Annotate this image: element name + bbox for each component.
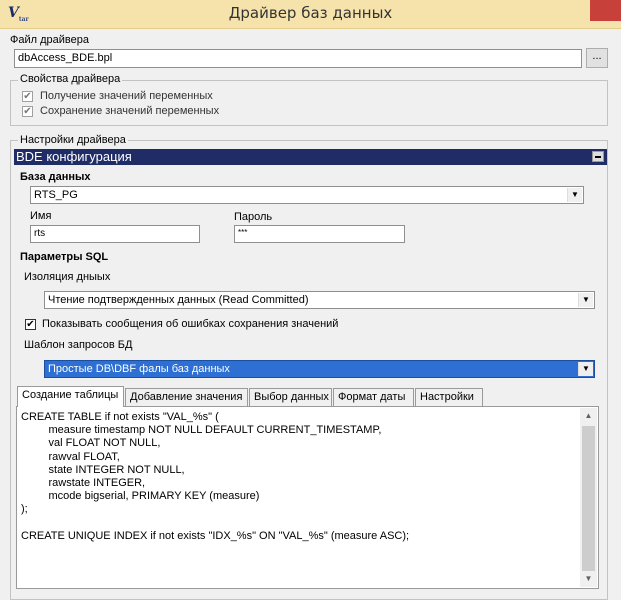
close-button[interactable]: [590, 0, 621, 21]
isolation-label: Изоляция дныых: [24, 271, 111, 283]
tab-create-table[interactable]: Создание таблицы: [17, 386, 124, 407]
show-errors-label: Показывать сообщения об ошибках сохранен…: [42, 318, 339, 330]
password-label: Пароль: [234, 211, 273, 223]
bde-config-title: BDE конфигурация: [16, 149, 132, 164]
password-input[interactable]: ***: [234, 225, 405, 243]
tab-settings[interactable]: Настройки: [415, 388, 483, 406]
sql-editor-text[interactable]: CREATE TABLE if not exists "VAL_%s" ( me…: [21, 411, 578, 543]
chevron-down-icon[interactable]: ▼: [578, 293, 593, 307]
driver-file-label: Файл драйвера: [10, 34, 89, 46]
driver-properties-label: Свойства драйвера: [18, 73, 123, 85]
get-values-label: Получение значений переменных: [40, 90, 213, 102]
driver-settings-label: Настройки драйвера: [18, 134, 128, 146]
database-value: RTS_PG: [34, 189, 78, 201]
username-label: Имя: [30, 210, 52, 222]
database-select[interactable]: RTS_PG ▼: [30, 186, 584, 204]
database-label: База данных: [20, 171, 91, 183]
chevron-down-icon[interactable]: ▼: [567, 188, 582, 202]
window-title: Драйвер баз данных: [228, 4, 393, 22]
chevron-down-icon[interactable]: ▼: [578, 362, 593, 376]
get-values-checkbox[interactable]: ✔: [22, 91, 33, 102]
browse-button[interactable]: ...: [586, 48, 608, 68]
save-values-label: Сохранение значений переменных: [40, 105, 220, 117]
tab-insert-value[interactable]: Добавление значения: [125, 388, 248, 406]
driver-properties-group: [10, 80, 608, 126]
sql-editor[interactable]: CREATE TABLE if not exists "VAL_%s" ( me…: [16, 406, 599, 589]
isolation-select[interactable]: Чтение подтвержденных данных (Read Commi…: [44, 291, 595, 309]
bde-config-header[interactable]: BDE конфигурация: [14, 149, 607, 165]
template-value: Простые DB\DBF фалы баз данных: [48, 363, 230, 375]
username-input[interactable]: rts: [30, 225, 200, 243]
tab-date-format[interactable]: Формат даты: [333, 388, 414, 406]
sql-params-label: Параметры SQL: [20, 251, 109, 263]
scroll-thumb[interactable]: [582, 426, 595, 571]
template-select[interactable]: Простые DB\DBF фалы баз данных ▼: [44, 360, 595, 378]
isolation-value: Чтение подтвержденных данных (Read Commi…: [48, 294, 309, 306]
template-label: Шаблон запросов БД: [24, 339, 133, 351]
collapse-button[interactable]: [592, 151, 604, 162]
save-values-checkbox[interactable]: ✔: [22, 106, 33, 117]
scroll-down-icon[interactable]: ▼: [580, 571, 597, 587]
editor-scrollbar[interactable]: ▲ ▼: [580, 408, 597, 587]
driver-file-input[interactable]: dbAccess_BDE.bpl: [14, 49, 582, 68]
scroll-up-icon[interactable]: ▲: [580, 408, 597, 424]
tab-select-data[interactable]: Выбор данных: [249, 388, 332, 406]
show-errors-checkbox[interactable]: ✔: [25, 319, 36, 330]
